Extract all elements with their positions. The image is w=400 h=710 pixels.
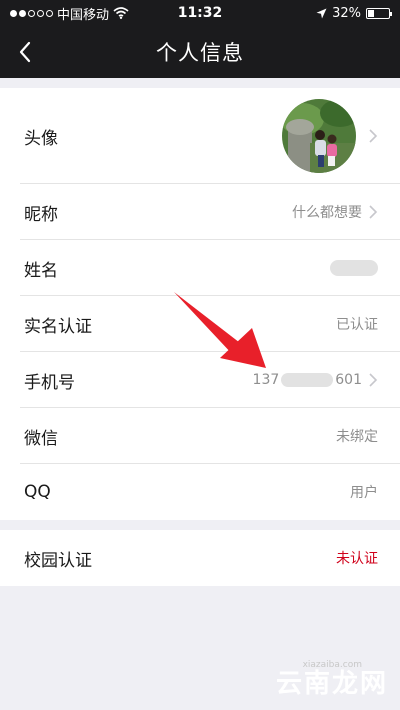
name-label: 姓名 (24, 260, 58, 281)
chevron-right-icon (369, 205, 378, 219)
qq-label: QQ (24, 482, 51, 502)
phone-label: 手机号 (24, 372, 75, 393)
nickname-row[interactable]: 昵称 什么都想要 (0, 184, 400, 240)
realname-label: 实名认证 (24, 316, 92, 337)
phone-row[interactable]: 手机号 137 601 (0, 352, 400, 408)
page-title: 个人信息 (156, 41, 244, 65)
phone-value-wrap: 137 601 (253, 372, 378, 388)
campus-label: 校园认证 (24, 550, 92, 571)
avatar-label: 头像 (24, 128, 58, 149)
status-right: 32% (316, 5, 392, 21)
watermark-logo: 云南龙网 (275, 669, 388, 699)
carrier-name: 中国移动 (57, 7, 110, 23)
name-value-wrap (330, 260, 378, 276)
wifi-icon (113, 7, 129, 19)
name-row: 姓名 (0, 240, 400, 296)
nickname-value-wrap: 什么都想要 (292, 202, 378, 222)
avatar-row[interactable]: 头像 (0, 88, 400, 184)
qq-value: 用户 (350, 485, 378, 501)
status-left: 中国移动 (10, 4, 129, 23)
location-arrow-icon (316, 8, 327, 18)
phone-prefix: 137 (252, 372, 280, 388)
realname-value: 已认证 (336, 317, 378, 333)
battery-icon (366, 7, 392, 19)
wechat-value: 未绑定 (336, 429, 378, 445)
signal-strength-icon (10, 9, 53, 17)
navigation-bar: 个人信息 (0, 26, 400, 78)
status-bar: 中国移动 11:32 32% (0, 0, 400, 26)
wechat-label: 微信 (24, 428, 58, 449)
chevron-right-icon (369, 373, 378, 387)
back-chevron-icon[interactable] (14, 39, 38, 65)
nickname-value: 什么都想要 (292, 205, 362, 221)
qq-row[interactable]: QQ 用户 (0, 464, 400, 520)
battery-percent: 32% (332, 5, 361, 21)
nickname-label: 昵称 (24, 204, 58, 225)
profile-group: 头像 昵称 什么都想要 姓名 实名认证 已认证 手机号 137 601 微信 未… (0, 88, 400, 520)
chevron-right-icon (369, 129, 378, 143)
realname-verification-row: 实名认证 已认证 (0, 296, 400, 352)
redacted-name (330, 260, 378, 276)
phone-suffix: 601 (335, 372, 362, 388)
campus-value: 未认证 (336, 551, 378, 567)
avatar (282, 99, 356, 173)
campus-group: 校园认证 未认证 (0, 530, 400, 586)
wechat-row[interactable]: 微信 未绑定 (0, 408, 400, 464)
campus-verification-row[interactable]: 校园认证 未认证 (0, 530, 400, 586)
redacted-phone-middle (281, 373, 334, 387)
